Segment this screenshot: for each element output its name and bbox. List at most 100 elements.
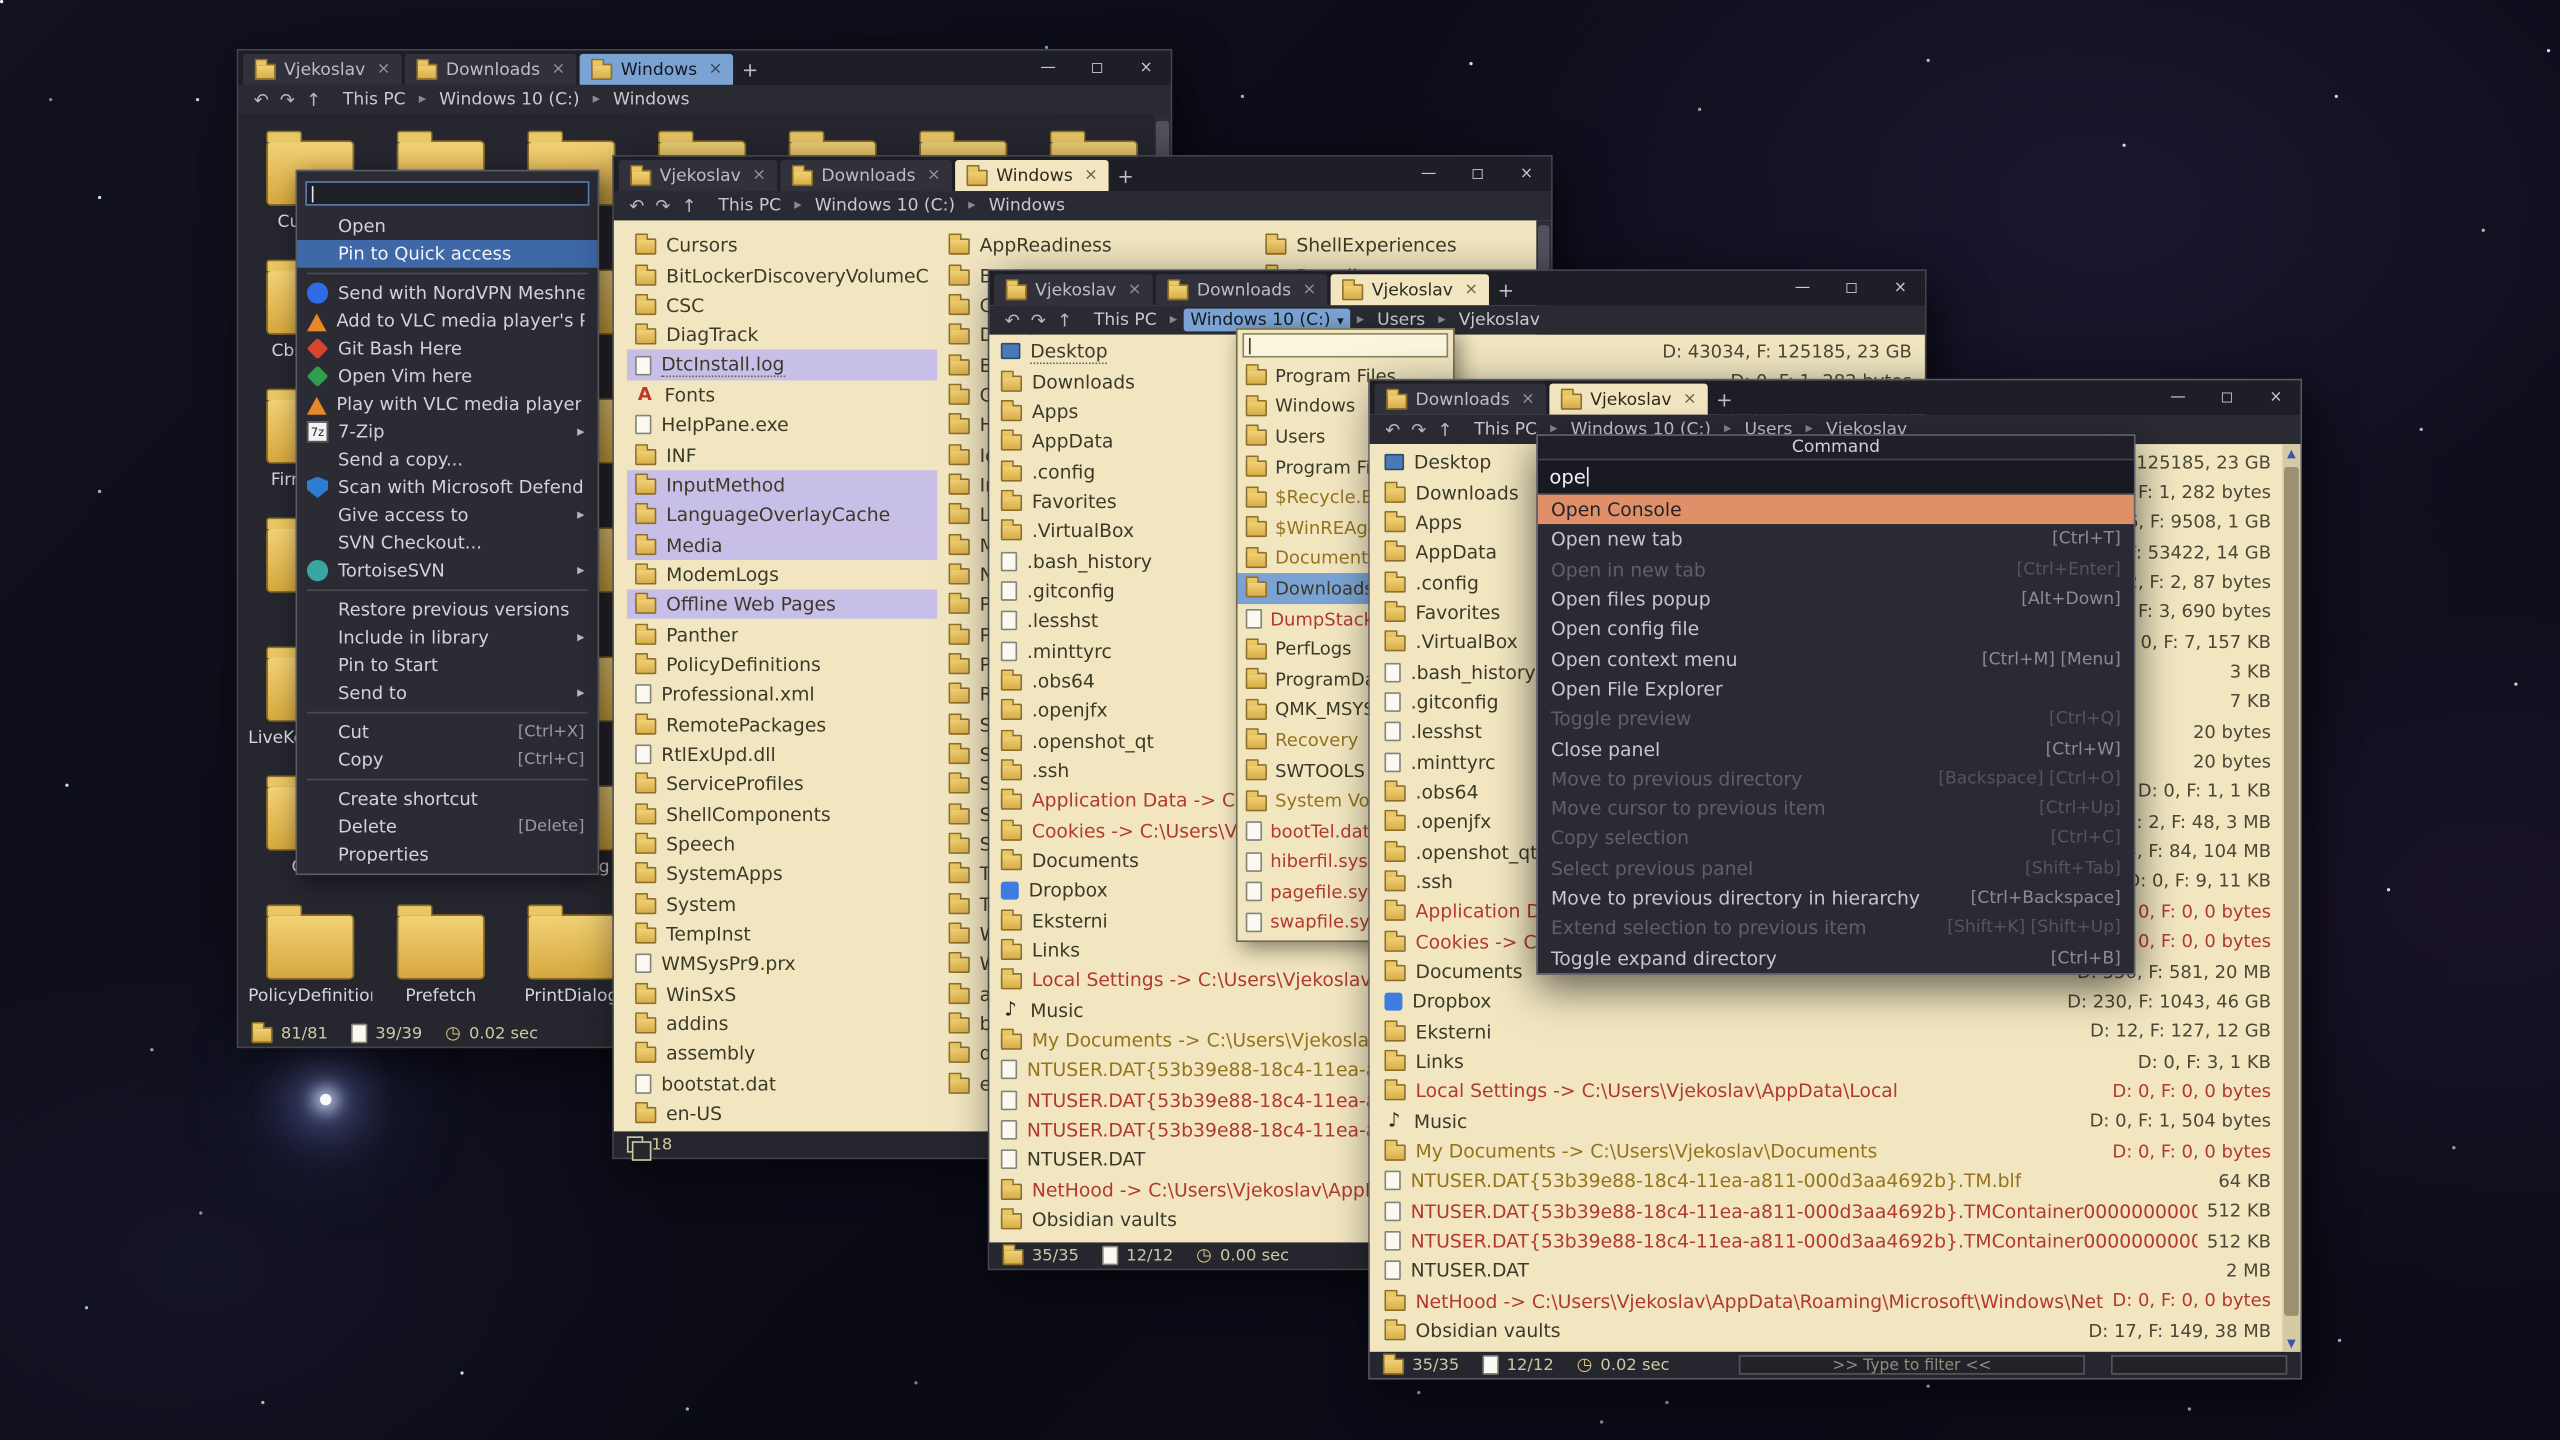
tab-close-icon[interactable]: × bbox=[927, 167, 941, 185]
file-item-dtcinstall-log[interactable]: DtcInstall.log bbox=[627, 350, 937, 380]
command-move-to-previous-directory-in-hierarchy[interactable]: Move to previous directory in hierarchy[… bbox=[1538, 883, 2134, 913]
tab-vjekoslav[interactable]: Vjekoslav× bbox=[994, 274, 1153, 305]
file-item-media[interactable]: Media bbox=[627, 530, 937, 560]
crumb-this-pc[interactable]: This PC bbox=[712, 194, 788, 217]
forward-button[interactable]: ↷ bbox=[274, 89, 300, 110]
command-move-cursor-to-previous-item[interactable]: Move cursor to previous item[Ctrl+Up] bbox=[1538, 793, 2134, 823]
file-item-serviceprofiles[interactable]: ServiceProfiles bbox=[627, 769, 937, 799]
palette-input[interactable]: ope bbox=[1538, 460, 2134, 494]
menu-item-copy[interactable]: Copy[Ctrl+C] bbox=[297, 746, 597, 774]
command-toggle-preview[interactable]: Toggle preview[Ctrl+Q] bbox=[1538, 704, 2134, 734]
file-item-desktop[interactable]: DesktopD: 43034, F: 125185, 23 GB bbox=[993, 336, 1920, 366]
menu-item-pin-to-start[interactable]: Pin to Start bbox=[297, 651, 597, 679]
forward-button[interactable]: ↷ bbox=[1406, 419, 1432, 440]
forward-button[interactable]: ↷ bbox=[650, 195, 676, 216]
file-item-winsxs[interactable]: WinSxS bbox=[627, 979, 937, 1009]
tab-downloads[interactable]: Downloads× bbox=[405, 54, 577, 85]
file-item-rtlexupd-dll[interactable]: RtlExUpd.dll bbox=[627, 739, 937, 769]
file-item-diagtrack[interactable]: DiagTrack bbox=[627, 320, 937, 350]
command-open-new-tab[interactable]: Open new tab[Ctrl+T] bbox=[1538, 525, 2134, 555]
file-item-en-us[interactable]: en-US bbox=[627, 1099, 937, 1129]
close-button[interactable]: × bbox=[1502, 157, 1551, 191]
command-open-context-menu[interactable]: Open context menu[Ctrl+M] [Menu] bbox=[1538, 644, 2134, 674]
file-item-fonts[interactable]: AFonts bbox=[627, 380, 937, 410]
file-item-bitlockerdiscoveryvolumecontents[interactable]: BitLockerDiscoveryVolumeContents bbox=[627, 260, 937, 290]
tab-close-icon[interactable]: × bbox=[752, 167, 766, 185]
file-item-eksterni[interactable]: EksterniD: 12, F: 127, 12 GB bbox=[1376, 1016, 2279, 1046]
menu-item-give-access-to[interactable]: Give access to▸ bbox=[297, 501, 597, 529]
menu-item-open[interactable]: Open bbox=[297, 212, 597, 240]
close-button[interactable]: × bbox=[1122, 51, 1171, 85]
new-tab-button[interactable]: + bbox=[735, 54, 764, 85]
scrollbar[interactable]: ▲ ▼ bbox=[2282, 444, 2300, 1352]
menu-item-create-shortcut[interactable]: Create shortcut bbox=[297, 785, 597, 813]
command-select-previous-panel[interactable]: Select previous panel[Shift+Tab] bbox=[1538, 853, 2134, 883]
filter-hint[interactable]: >> Type to filter << bbox=[1739, 1355, 2085, 1375]
tab-close-icon[interactable]: × bbox=[552, 60, 566, 78]
crumb-windows[interactable]: Windows bbox=[607, 88, 697, 111]
minimize-button[interactable]: — bbox=[1778, 271, 1827, 305]
file-item-ntuser-dat-53b39e88-18c4-11ea-a811-000d3aa[interactable]: NTUSER.DAT{53b39e88-18c4-11ea-a811-000d3… bbox=[1376, 1196, 2279, 1226]
file-item-links[interactable]: LinksD: 0, F: 3, 1 KB bbox=[1376, 1046, 2279, 1076]
menu-item-properties[interactable]: Properties bbox=[297, 841, 597, 869]
menu-item-svn-checkout[interactable]: SVN Checkout... bbox=[297, 529, 597, 557]
tab-close-icon[interactable]: × bbox=[377, 60, 391, 78]
command-close-panel[interactable]: Close panel[Ctrl+W] bbox=[1538, 734, 2134, 764]
file-item-speech[interactable]: Speech bbox=[627, 829, 937, 859]
menu-item-play-with-vlc-media-player[interactable]: Play with VLC media player bbox=[297, 390, 597, 418]
file-item-appreadiness[interactable]: AppReadiness bbox=[940, 230, 1250, 260]
status-input-box[interactable] bbox=[2111, 1355, 2287, 1375]
file-item-ntuser-dat[interactable]: NTUSER.DAT2 MB bbox=[1376, 1256, 2279, 1286]
drive-dropdown-filter-input[interactable] bbox=[1242, 333, 1448, 357]
tab-downloads[interactable]: Downloads× bbox=[1375, 384, 1547, 415]
menu-item-delete[interactable]: Delete[Delete] bbox=[297, 813, 597, 841]
up-button[interactable]: ↑ bbox=[676, 195, 702, 216]
file-item-shellexperiences[interactable]: ShellExperiences bbox=[1257, 230, 1551, 260]
tab-vjekoslav[interactable]: Vjekoslav× bbox=[1549, 384, 1708, 415]
file-item-languageoverlaycache[interactable]: LanguageOverlayCache bbox=[627, 500, 937, 530]
menu-item-send-a-copy[interactable]: Send a copy... bbox=[297, 446, 597, 474]
file-item-local-settings[interactable]: Local Settings -> C:\Users\Vjekoslav\App… bbox=[1376, 1076, 2279, 1106]
crumb-this-pc[interactable]: This PC bbox=[1468, 418, 1544, 441]
command-extend-selection-to-previous-item[interactable]: Extend selection to previous item[Shift+… bbox=[1538, 913, 2134, 943]
minimize-button[interactable]: — bbox=[2153, 380, 2202, 414]
menu-item-send-to[interactable]: Send to▸ bbox=[297, 679, 597, 707]
file-item-systemapps[interactable]: SystemApps bbox=[627, 859, 937, 889]
file-item-obsidian-vaults[interactable]: Obsidian vaultsD: 17, F: 149, 38 MB bbox=[1376, 1316, 2279, 1346]
new-tab-button[interactable]: + bbox=[1710, 384, 1739, 415]
maximize-button[interactable]: ◻ bbox=[1453, 157, 1502, 191]
new-tab-button[interactable]: + bbox=[1111, 160, 1140, 191]
file-item-addins[interactable]: addins bbox=[627, 1009, 937, 1039]
folder-prefetch[interactable]: Prefetch bbox=[379, 895, 503, 1019]
up-button[interactable]: ↑ bbox=[1432, 419, 1458, 440]
forward-button[interactable]: ↷ bbox=[1025, 309, 1051, 330]
tab-close-icon[interactable]: × bbox=[1521, 390, 1535, 408]
file-item-dropbox[interactable]: DropboxD: 230, F: 1043, 46 GB bbox=[1376, 986, 2279, 1016]
back-button[interactable]: ↶ bbox=[999, 309, 1025, 330]
maximize-button[interactable]: ◻ bbox=[2202, 380, 2251, 414]
menu-item-include-in-library[interactable]: Include in library▸ bbox=[297, 624, 597, 652]
back-button[interactable]: ↶ bbox=[248, 89, 274, 110]
command-toggle-expand-directory[interactable]: Toggle expand directory[Ctrl+B] bbox=[1538, 943, 2134, 973]
folder-policydefinitions[interactable]: PolicyDefinitions bbox=[248, 895, 372, 1019]
menu-item-open-vim-here[interactable]: Open Vim here bbox=[297, 362, 597, 390]
file-item-tempinst[interactable]: TempInst bbox=[627, 919, 937, 949]
file-item-my-documents[interactable]: My Documents -> C:\Users\Vjekoslav\Docum… bbox=[1376, 1136, 2279, 1166]
tab-downloads[interactable]: Downloads× bbox=[1156, 274, 1328, 305]
command-copy-selection[interactable]: Copy selection[Ctrl+C] bbox=[1538, 823, 2134, 853]
close-button[interactable]: × bbox=[2251, 380, 2300, 414]
command-open-file-explorer[interactable]: Open File Explorer bbox=[1538, 674, 2134, 704]
up-button[interactable]: ↑ bbox=[300, 89, 326, 110]
file-item-csc[interactable]: CSC bbox=[627, 290, 937, 320]
maximize-button[interactable]: ◻ bbox=[1073, 51, 1122, 85]
file-item-wmsyspr9-prx[interactable]: WMSysPr9.prx bbox=[627, 949, 937, 979]
tab-windows[interactable]: Windows× bbox=[580, 54, 734, 85]
new-tab-button[interactable]: + bbox=[1491, 274, 1520, 305]
tab-close-icon[interactable]: × bbox=[709, 60, 723, 78]
menu-item-add-to-vlc-media-player-s-playlist[interactable]: Add to VLC media player's Playlist bbox=[297, 307, 597, 335]
tab-windows[interactable]: Windows× bbox=[955, 160, 1109, 191]
menu-item-restore-previous-versions[interactable]: Restore previous versions bbox=[297, 596, 597, 624]
tab-close-icon[interactable]: × bbox=[1303, 281, 1317, 299]
command-open-console[interactable]: Open Console bbox=[1538, 495, 2134, 525]
file-item-ntuser-dat-53b39e88-18c4-11ea-a811-000d3aa[interactable]: NTUSER.DAT{53b39e88-18c4-11ea-a811-000d3… bbox=[1376, 1226, 2279, 1256]
